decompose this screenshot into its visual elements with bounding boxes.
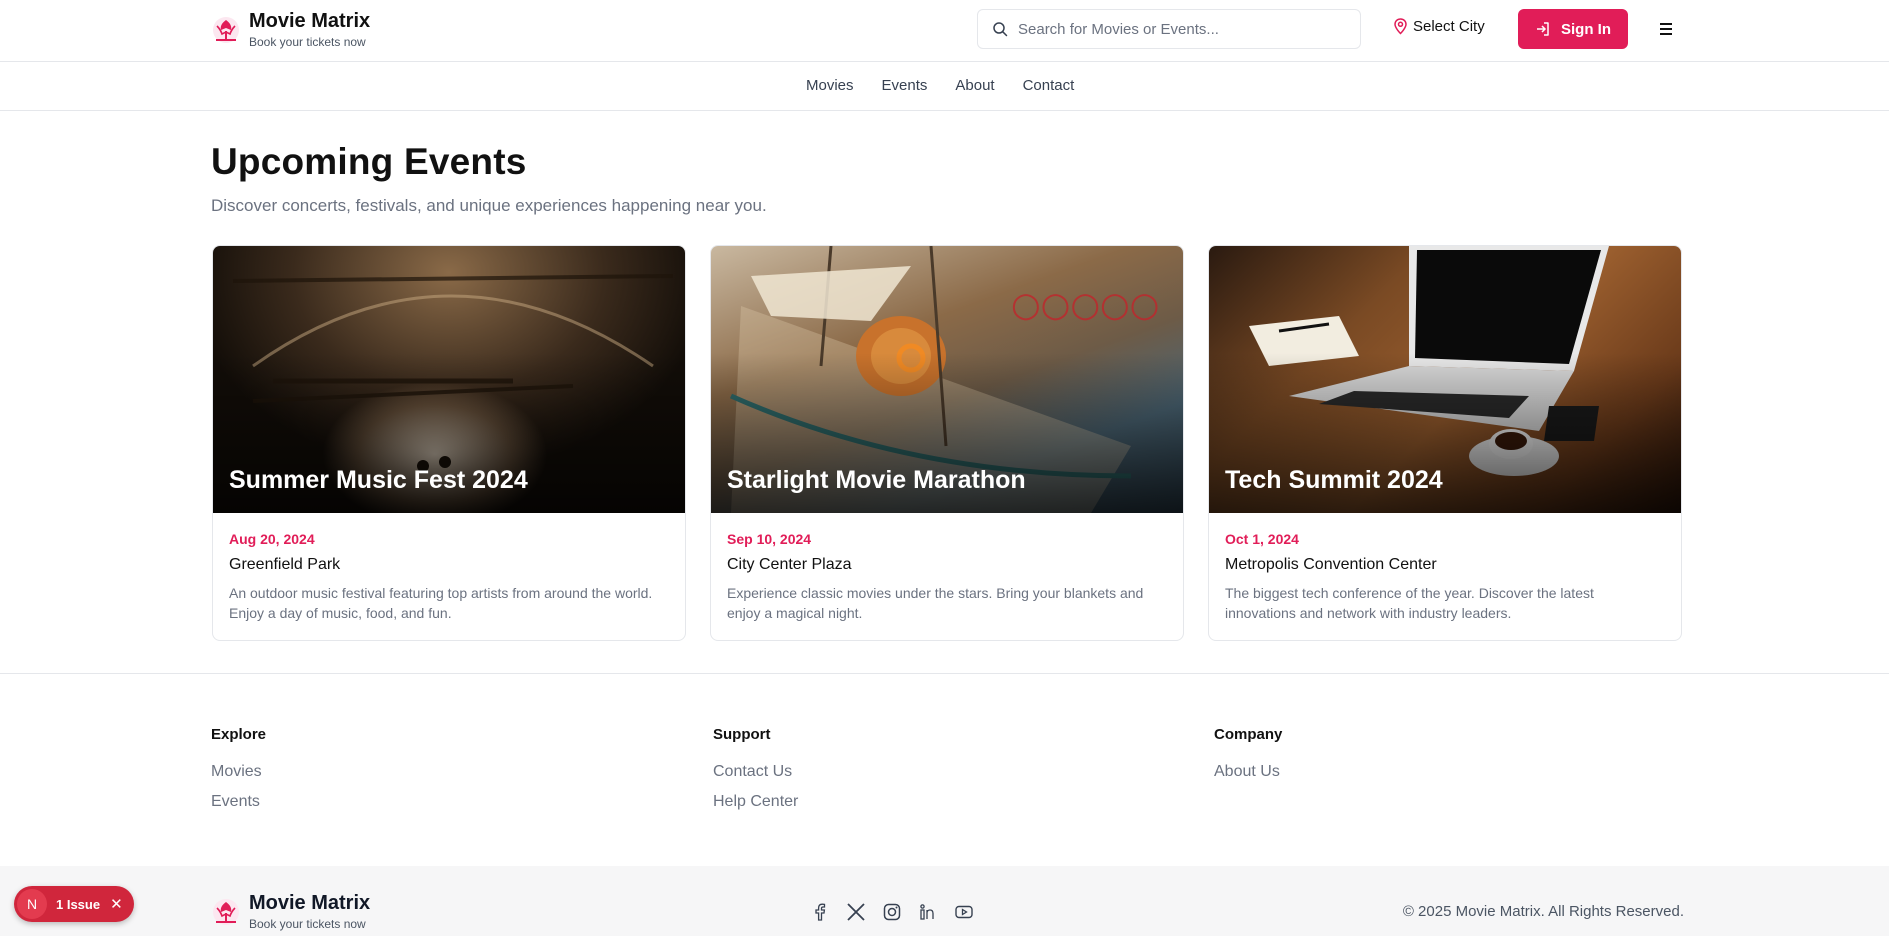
nav-item-movies[interactable]: Movies — [806, 77, 854, 94]
issue-badge[interactable]: N 1 Issue ✕ — [14, 886, 134, 922]
event-description: Experience classic movies under the star… — [727, 585, 1144, 621]
facebook-icon[interactable] — [810, 902, 830, 922]
event-image: Summer Music Fest 2024 — [213, 246, 685, 513]
event-card[interactable]: Summer Music Fest 2024 Aug 20, 2024 Gree… — [212, 245, 686, 641]
event-description: An outdoor music festival featuring top … — [229, 585, 653, 621]
footer-heading: Explore — [211, 726, 267, 743]
brand-name: Movie Matrix — [249, 892, 371, 914]
issue-badge-logo: N — [17, 889, 47, 919]
search-input[interactable] — [1018, 20, 1338, 38]
hamburger-menu-icon[interactable] — [1655, 19, 1677, 39]
footer-link-events[interactable]: Events — [211, 793, 266, 811]
event-date: Oct 1, 2024 — [1225, 531, 1299, 547]
event-image: Tech Summit 2024 — [1209, 246, 1681, 513]
event-name: Tech Summit 2024 — [1225, 466, 1443, 494]
nav-item-events[interactable]: Events — [882, 77, 928, 94]
nav-item-about[interactable]: About — [955, 77, 994, 94]
social-links — [810, 902, 974, 922]
main-nav: Movies Events About Contact — [0, 62, 1889, 111]
footer-bottom: Movie Matrix Book your tickets now © 202… — [0, 866, 1889, 936]
logo-icon — [213, 17, 239, 43]
youtube-icon[interactable] — [954, 902, 974, 922]
select-city-label: Select City — [1413, 18, 1485, 35]
event-venue: Greenfield Park — [229, 556, 341, 573]
brand[interactable]: Movie Matrix Book your tickets now — [211, 10, 370, 50]
instagram-icon[interactable] — [882, 902, 902, 922]
footer-link-about-us[interactable]: About Us — [1214, 763, 1282, 781]
brand-tagline: Book your tickets now — [249, 917, 366, 931]
event-date: Aug 20, 2024 — [229, 531, 315, 547]
footer-column-support: Support Contact Us Help Center — [713, 726, 798, 811]
location-pin-icon — [1394, 18, 1407, 35]
logo-icon — [213, 899, 239, 925]
nav-item-contact[interactable]: Contact — [1023, 77, 1075, 94]
event-card[interactable]: Tech Summit 2024 Oct 1, 2024 Metropolis … — [1208, 245, 1682, 641]
footer-brand[interactable]: Movie Matrix Book your tickets now — [211, 892, 370, 932]
footer-link-movies[interactable]: Movies — [211, 763, 266, 781]
event-venue: Metropolis Convention Center — [1225, 556, 1437, 573]
footer-links: Explore Movies Events Support Contact Us… — [0, 673, 1889, 866]
footer-column-explore: Explore Movies Events — [211, 726, 266, 811]
footer-heading: Company — [1214, 726, 1283, 743]
footer-heading: Support — [713, 726, 771, 743]
event-cards: Summer Music Fest 2024 Aug 20, 2024 Gree… — [212, 245, 1682, 641]
select-city-button[interactable]: Select City — [1393, 18, 1485, 35]
brand-name: Movie Matrix — [249, 10, 371, 32]
x-icon[interactable] — [846, 902, 866, 922]
main-content: Upcoming Events Discover concerts, festi… — [211, 140, 1684, 216]
event-venue: City Center Plaza — [727, 556, 852, 573]
event-card[interactable]: ○○○○○ Starlight Movie Marathon Sep 10, 2… — [710, 245, 1184, 641]
footer-link-contact-us[interactable]: Contact Us — [713, 763, 798, 781]
search-box[interactable] — [977, 9, 1361, 49]
page-title: Upcoming Events — [211, 141, 527, 182]
copyright-text: © 2025 Movie Matrix. All Rights Reserved… — [1402, 903, 1684, 920]
event-name: Summer Music Fest 2024 — [229, 466, 528, 494]
event-name: Starlight Movie Marathon — [727, 466, 1026, 494]
search-icon — [993, 22, 1008, 37]
event-image: ○○○○○ Starlight Movie Marathon — [711, 246, 1183, 513]
page-subtitle: Discover concerts, festivals, and unique… — [211, 196, 767, 215]
footer-column-company: Company About Us — [1214, 726, 1282, 781]
footer-link-help-center[interactable]: Help Center — [713, 793, 798, 811]
close-icon[interactable]: ✕ — [110, 895, 123, 913]
sign-in-button[interactable]: Sign In — [1518, 9, 1628, 49]
brand-tagline: Book your tickets now — [249, 35, 366, 49]
event-description: The biggest tech conference of the year.… — [1225, 585, 1594, 621]
login-icon — [1537, 22, 1549, 36]
issue-count-label: 1 Issue — [56, 896, 101, 912]
sign-in-label: Sign In — [1561, 20, 1611, 38]
linkedin-icon[interactable] — [918, 902, 938, 922]
event-date: Sep 10, 2024 — [727, 531, 812, 547]
site-header: Movie Matrix Book your tickets now Selec… — [0, 0, 1889, 62]
